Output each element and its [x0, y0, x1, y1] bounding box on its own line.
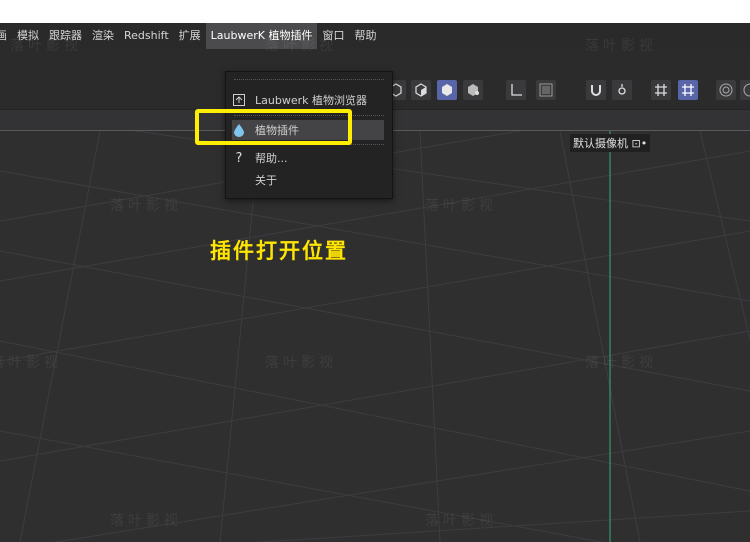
cube-shaded-icon[interactable] [463, 80, 483, 100]
menu-item-laubwerk-browser[interactable]: Laubwerk 植物浏览器 [232, 90, 384, 110]
watermark: 落叶影视 [265, 355, 337, 371]
question-mark-icon: ? [235, 150, 243, 166]
target-partial-icon[interactable] [740, 80, 750, 100]
watermark: 落叶影视 [110, 513, 182, 529]
annotation-text: 插件打开位置 [210, 239, 348, 263]
menu-item-label: 帮助... [255, 152, 288, 165]
menu-item-render[interactable]: 渲染 [87, 23, 119, 49]
menu-item-label: Laubwerk 植物浏览器 [255, 94, 367, 107]
grid-hash-active-icon[interactable] [678, 80, 698, 100]
watermark: 落叶影视 [585, 355, 657, 371]
default-camera-label[interactable]: 默认摄像机 ⊡• [570, 134, 651, 152]
watermark: 落叶影视 [425, 513, 497, 529]
watermark: 落叶影视 [425, 198, 497, 214]
target-rings-icon[interactable] [716, 80, 736, 100]
frame-icon[interactable] [536, 80, 556, 100]
menu-item-help[interactable]: 帮助 [349, 23, 381, 49]
watermark: 落叶影视 [10, 38, 82, 54]
menu-item-about[interactable]: 关于 [232, 170, 384, 190]
magnet-icon[interactable] [586, 80, 606, 100]
menu-item-help[interactable]: ? 帮助... [232, 148, 384, 168]
watermark: 落叶影视 [265, 38, 337, 54]
watermark: 落叶影视 [110, 198, 182, 214]
menu-item-redshift[interactable]: Redshift [119, 23, 174, 49]
cube-solid-icon[interactable] [437, 80, 457, 100]
menu-separator [234, 79, 384, 80]
menu-item-extensions[interactable]: 扩展 [174, 23, 206, 49]
plant-browser-icon [232, 93, 246, 107]
watermark: 落叶影视 [0, 355, 62, 371]
cube-half-icon[interactable] [411, 80, 431, 100]
grid-hash-icon[interactable] [651, 80, 671, 100]
menu-item-label: 关于 [255, 174, 277, 187]
snap-settings-icon[interactable] [612, 80, 632, 100]
annotation-highlight-box [195, 109, 352, 145]
blank-icon [232, 173, 246, 187]
top-white-strip [0, 0, 750, 23]
watermark: 落叶影视 [585, 38, 657, 54]
axis-corner-icon[interactable] [506, 80, 526, 100]
